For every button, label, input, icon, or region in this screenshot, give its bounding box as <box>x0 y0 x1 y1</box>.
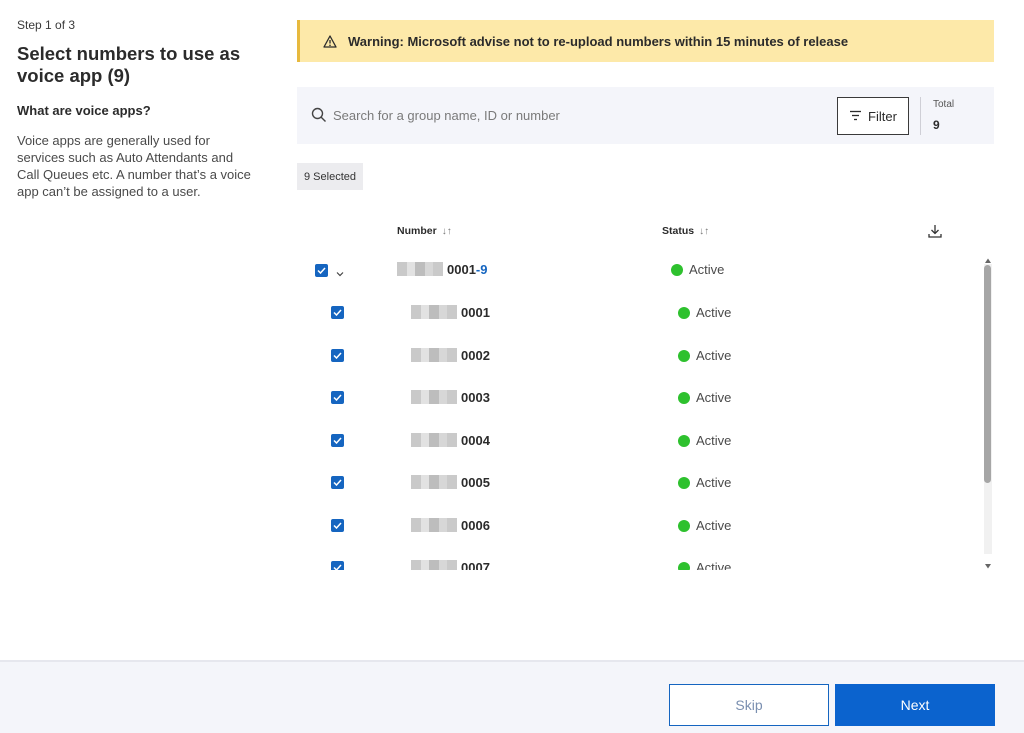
column-header-number[interactable]: Number ↓↑ <box>397 225 452 237</box>
number-value: 0007 <box>461 560 490 570</box>
total-count: Total 9 <box>933 99 954 132</box>
row-checkbox[interactable] <box>331 349 344 362</box>
row-checkbox[interactable] <box>331 434 344 447</box>
table-row: 0004 Active <box>297 418 977 460</box>
left-panel: Step 1 of 3 Select numbers to use as voi… <box>17 18 257 200</box>
status-active-icon <box>678 392 690 404</box>
status-text: Active <box>696 390 732 405</box>
column-header-status-label: Status <box>662 225 695 237</box>
number-value: 0005 <box>461 475 490 490</box>
status-active-icon <box>678 520 690 532</box>
table-row: 0001 Active <box>297 290 977 332</box>
voice-apps-description: Voice apps are generally used for servic… <box>17 133 251 199</box>
table-row-group: 0001-9 Active <box>297 248 977 290</box>
total-value: 9 <box>933 118 940 132</box>
sort-icon: ↓↑ <box>441 225 452 237</box>
sort-icon: ↓↑ <box>699 225 710 237</box>
search-input[interactable] <box>333 103 823 127</box>
status-active-icon <box>678 477 690 489</box>
status-active-icon <box>678 307 690 319</box>
search-bar: Filter Total 9 <box>297 87 994 144</box>
redacted-number-prefix <box>411 433 457 447</box>
table-row: 0002 Active <box>297 333 977 375</box>
scroll-down-arrow-icon[interactable] <box>984 557 992 569</box>
redacted-number-prefix <box>411 518 457 532</box>
redacted-number-prefix <box>411 390 457 404</box>
status-text: Active <box>696 560 732 570</box>
page-title: Select numbers to use as voice app (9) <box>17 43 241 86</box>
warning-text: Warning: Microsoft advise not to re-uplo… <box>348 33 849 49</box>
numbers-table-body: 0001-9 Active 0001 Active 0002 Active 00… <box>297 248 977 570</box>
filter-label: Filter <box>868 108 897 124</box>
redacted-number-prefix <box>411 348 457 362</box>
warning-banner: Warning: Microsoft advise not to re-uplo… <box>297 20 994 62</box>
row-checkbox[interactable] <box>331 476 344 489</box>
footer-bar: Skip Next <box>0 660 1024 733</box>
page: Step 1 of 3 Select numbers to use as voi… <box>0 0 1024 733</box>
status-text: Active <box>696 518 732 533</box>
search-icon <box>311 107 327 123</box>
filter-button[interactable]: Filter <box>837 97 909 135</box>
group-number-prefix: 0001 <box>447 262 476 277</box>
table-row: 0003 Active <box>297 375 977 417</box>
group-number[interactable]: 0001-9 <box>447 262 487 277</box>
row-checkbox[interactable] <box>331 519 344 532</box>
table-row: 0006 Active <box>297 503 977 545</box>
status-text: Active <box>696 433 732 448</box>
redacted-number-prefix <box>411 560 457 570</box>
group-checkbox[interactable] <box>315 264 328 277</box>
chevron-down-icon[interactable] <box>335 266 345 277</box>
voice-apps-heading: What are voice apps? <box>17 103 151 118</box>
step-indicator: Step 1 of 3 <box>17 18 76 32</box>
table-row: 0007 Active <box>297 545 977 570</box>
number-value: 0002 <box>461 348 490 363</box>
download-icon[interactable] <box>927 223 943 239</box>
status-active-icon <box>678 350 690 362</box>
number-value: 0006 <box>461 518 490 533</box>
scrollbar-thumb[interactable] <box>984 265 991 483</box>
redacted-number-prefix <box>411 305 457 319</box>
skip-button[interactable]: Skip <box>669 684 829 726</box>
column-header-number-label: Number <box>397 225 437 237</box>
row-checkbox[interactable] <box>331 561 344 570</box>
row-checkbox[interactable] <box>331 391 344 404</box>
redacted-number-prefix <box>397 262 443 276</box>
total-label: Total <box>933 99 955 110</box>
filter-icon <box>849 109 862 124</box>
status-text: Active <box>696 348 732 363</box>
number-value: 0004 <box>461 433 490 448</box>
row-checkbox[interactable] <box>331 306 344 319</box>
table-row: 0005 Active <box>297 460 977 502</box>
status-active-icon <box>678 435 690 447</box>
status-text: Active <box>696 475 732 490</box>
status-text: Active <box>696 305 732 320</box>
scroll-up-arrow-icon[interactable] <box>984 252 992 263</box>
selected-count-badge: 9 Selected <box>297 163 363 190</box>
next-button[interactable]: Next <box>835 684 995 726</box>
status-text: Active <box>689 262 725 277</box>
redacted-number-prefix <box>411 475 457 489</box>
number-value: 0003 <box>461 390 490 405</box>
group-number-range: -9 <box>475 262 488 277</box>
warning-triangle-icon <box>322 33 338 49</box>
number-value: 0001 <box>461 305 490 320</box>
status-active-icon <box>671 264 683 276</box>
status-active-icon <box>678 562 690 570</box>
total-divider <box>920 97 921 135</box>
column-header-status[interactable]: Status ↓↑ <box>662 225 709 237</box>
